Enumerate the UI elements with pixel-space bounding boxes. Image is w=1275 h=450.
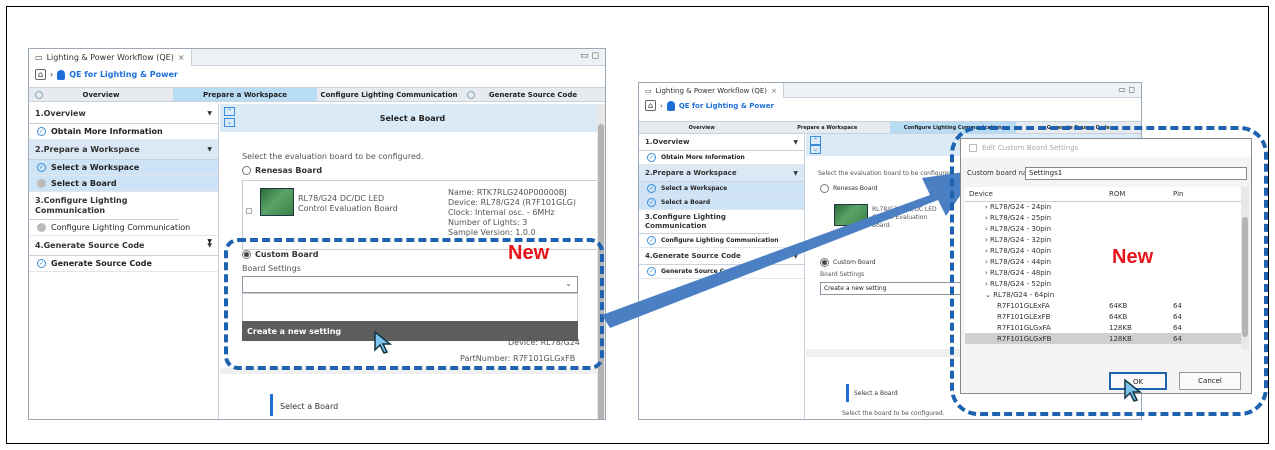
document-icon: ▭ xyxy=(645,86,652,95)
step-status-icon xyxy=(467,91,475,99)
section-label: 4.Generate Source Code xyxy=(35,241,145,250)
sidebar-item-configure-lighting[interactable]: Configure Lighting Communication xyxy=(29,220,218,236)
check-circle-icon: ✓ xyxy=(37,163,46,172)
step-configure-lighting[interactable]: Configure Lighting Communication xyxy=(317,88,461,101)
info-line: Device: RL78/G24 (R7F101GLG) xyxy=(448,198,577,207)
board-image xyxy=(260,188,294,216)
panel-title: Select a Board xyxy=(379,113,446,123)
step-label: Prepare a Workspace xyxy=(202,90,288,99)
right-breadcrumb: ⌂ › QE for Lighting & Power xyxy=(639,98,1141,113)
sidebar-item-select-workspace[interactable]: ✓ Select a Workspace xyxy=(29,160,218,176)
check-circle-icon: ✓ xyxy=(37,127,46,136)
step-prepare-workspace[interactable]: Prepare a Workspace xyxy=(173,88,317,101)
collapse-up-icon[interactable]: ⌃ xyxy=(224,107,235,116)
expand-down-icon[interactable]: ⌄ xyxy=(224,118,235,127)
item-label: Generate Source Code xyxy=(51,259,152,268)
caret-down-icon[interactable]: ▼ xyxy=(207,110,212,117)
item-label: Select a Board xyxy=(51,179,117,188)
home-icon[interactable]: ⌂ xyxy=(35,69,46,80)
chevron-right-icon: › xyxy=(50,70,54,79)
sidebar-item-obtain-info[interactable]: ✓ Obtain More Information xyxy=(29,124,218,140)
close-icon[interactable]: × xyxy=(178,53,185,62)
heading-accent-bar xyxy=(846,384,849,402)
section-heading: Select a Board xyxy=(854,390,898,397)
section-label: 2.Prepare a Workspace xyxy=(35,145,140,154)
app-title: QE for Lighting & Power xyxy=(678,101,774,110)
chevron-right-icon: › xyxy=(660,101,663,110)
board-description: RL78/G24 DC/DC LED Control Evaluation Bo… xyxy=(298,194,398,213)
board-info: Name: RTK7RLG240P00000BJ Device: RL78/G2… xyxy=(448,188,598,238)
item-label: Select a Workspace xyxy=(51,163,140,172)
instruction-text: Select the evaluation board to be config… xyxy=(242,152,424,161)
item-label: Configure Lighting Communication xyxy=(51,223,191,232)
collapse-up-icon[interactable]: ⌃ xyxy=(810,136,821,145)
step-prepare-workspace[interactable]: Prepare a Workspace xyxy=(764,122,890,133)
info-line: Sample Version: 1.0.0 xyxy=(448,228,536,237)
radio-icon xyxy=(242,166,251,175)
left-sidebar: 1.Overview ▼ ✓ Obtain More Information 2.P… xyxy=(29,104,219,419)
new-label: New xyxy=(1112,246,1154,268)
section-heading: Select a Board xyxy=(280,402,339,411)
right-highlight-box xyxy=(950,126,1268,416)
section-label: 1.Overview xyxy=(645,138,690,146)
window-controls-icon[interactable]: ▭ ◻ xyxy=(580,51,599,61)
caret-down-icon[interactable]: ▼ xyxy=(793,139,798,146)
left-editor-tab[interactable]: ▭ Lighting & Power Workflow (QE) × xyxy=(29,49,192,66)
pending-dot-icon xyxy=(37,179,46,188)
section-label: 3.Configure Lighting Communication xyxy=(35,195,128,215)
step-label: Overview xyxy=(688,124,715,131)
section-label: 1.Overview xyxy=(35,109,86,118)
step-label: Configure Lighting Communication xyxy=(320,90,458,99)
cursor-icon xyxy=(1124,378,1143,402)
item-label: Obtain More Information xyxy=(51,127,163,136)
info-line: Name: RTK7RLG240P00000BJ xyxy=(448,188,567,197)
right-tab-title: Lighting & Power Workflow (QE) xyxy=(655,86,767,95)
left-tab-title: Lighting & Power Workflow (QE) xyxy=(46,53,174,62)
lightbulb-icon xyxy=(57,69,66,80)
document-icon: ▭ xyxy=(35,53,43,62)
close-icon[interactable]: × xyxy=(771,87,777,95)
window-controls-icon[interactable]: ▭ ◻ xyxy=(1118,85,1135,94)
info-line: Clock: Internal osc. - 6MHz xyxy=(448,208,555,217)
checkbox-icon[interactable] xyxy=(246,208,252,214)
step-label: Overview xyxy=(82,90,120,99)
right-tab-bar: ▭ Lighting & Power Workflow (QE) × ▭ ◻ xyxy=(639,83,1141,98)
step-overview[interactable]: Overview xyxy=(639,122,765,133)
new-label: New xyxy=(508,242,550,264)
step-status-icon xyxy=(35,91,43,99)
arrow-right-icon xyxy=(602,170,978,328)
left-breadcrumb: ⌂ › QE for Lighting & Power xyxy=(29,66,605,83)
section-overview[interactable]: 1.Overview ▼ xyxy=(639,134,804,151)
home-icon[interactable]: ⌂ xyxy=(645,100,656,111)
heading-accent-bar xyxy=(270,394,273,416)
pending-dot-icon xyxy=(37,223,46,232)
step-label: Prepare a Workspace xyxy=(797,124,858,131)
step-generate-code[interactable]: Generate Source Code xyxy=(461,88,605,101)
section-overview[interactable]: 1.Overview ▼ xyxy=(29,104,218,124)
section-generate-code[interactable]: 4.Generate Source Code ▼ xyxy=(29,236,218,256)
right-editor-tab[interactable]: ▭ Lighting & Power Workflow (QE) × xyxy=(639,83,784,98)
left-step-bar: Overview Prepare a Workspace Configure L… xyxy=(29,87,605,102)
lightbulb-icon xyxy=(666,100,675,111)
sidebar-item-select-board[interactable]: Select a Board xyxy=(29,176,218,192)
renesas-board-radio[interactable]: Renesas Board xyxy=(242,166,322,175)
section-text: Select the board to be configured. xyxy=(842,410,945,417)
step-overview[interactable]: Overview xyxy=(29,88,173,101)
sidebar-item-generate-code[interactable]: ✓ Generate Source Code xyxy=(29,256,218,272)
info-line: Number of Lights: 3 xyxy=(448,218,528,227)
radio-label: Renesas Board xyxy=(255,166,323,175)
app-title: QE for Lighting & Power xyxy=(69,70,178,79)
check-circle-icon: ✓ xyxy=(37,259,46,268)
left-tab-bar: ▭ Lighting & Power Workflow (QE) × ▭ ◻ xyxy=(29,49,605,66)
step-label: Generate Source Code xyxy=(488,90,578,99)
panel-header: ⌃ ⌄ Select a Board xyxy=(220,104,605,132)
section-prepare-workspace[interactable]: 2.Prepare a Workspace ▼ xyxy=(29,140,218,160)
caret-down-icon[interactable]: ▼ xyxy=(207,146,212,153)
cursor-icon xyxy=(374,330,393,354)
section-configure-lighting[interactable]: 3.Configure Lighting Communication xyxy=(29,192,179,220)
caret-down-icon[interactable]: ▼ xyxy=(207,242,212,249)
